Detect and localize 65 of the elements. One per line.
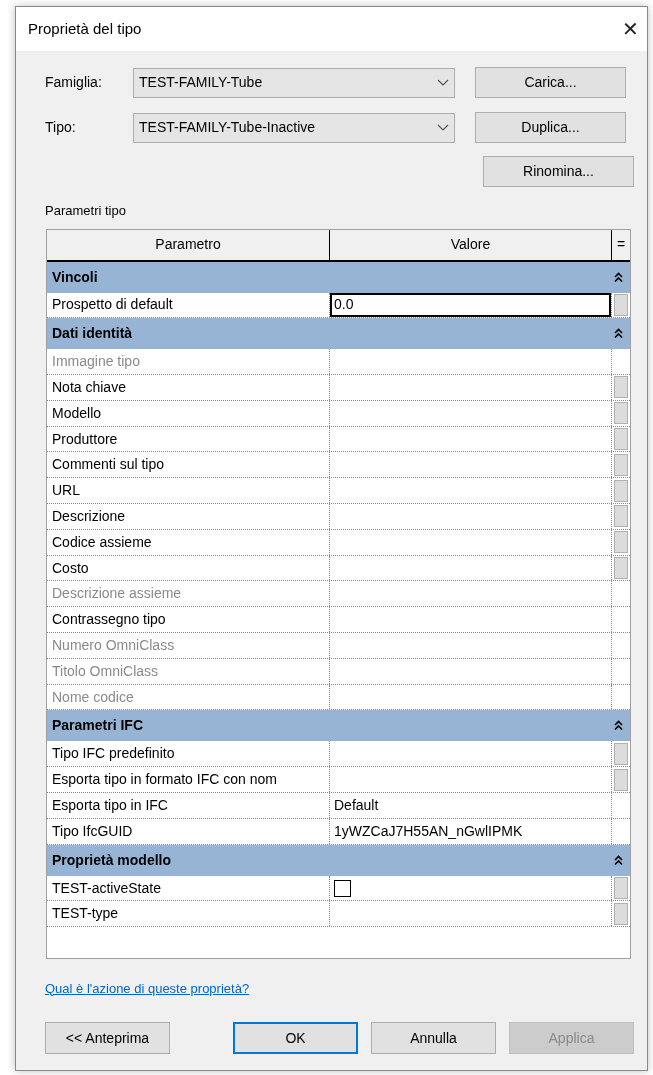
group-header[interactable]: Dati identità: [47, 318, 630, 350]
parameter-name: Contrassegno tipo: [52, 610, 166, 630]
parameter-name: Costo: [52, 558, 89, 578]
parameter-name: Prospetto di default: [52, 295, 173, 315]
parameter-button[interactable]: [614, 902, 628, 925]
parameter-value: 1yWZCaJ7H55AN_nGwlIPMK: [333, 821, 523, 841]
dropdown[interactable]: TEST-FAMILY-Tube: [133, 67, 455, 98]
parameter-name: Commenti sul tipo: [52, 455, 165, 475]
collapse-icon[interactable]: [614, 328, 623, 340]
parameter-button[interactable]: [614, 557, 628, 580]
collapse-icon[interactable]: [614, 720, 623, 732]
group-header[interactable]: Parametri IFC: [47, 710, 630, 742]
chevron-down-icon: [437, 78, 449, 87]
rename-button[interactable]: Rinomina...: [483, 156, 634, 187]
parameter-name: Descrizione: [52, 506, 126, 526]
parameter-button[interactable]: [614, 376, 628, 399]
parameter-value: Default: [333, 795, 379, 815]
parameter-button[interactable]: [614, 531, 628, 554]
parameter-button[interactable]: [614, 479, 628, 502]
group-header[interactable]: Proprietà modello: [47, 844, 630, 876]
parameter-button[interactable]: [614, 293, 628, 316]
parameter-button[interactable]: [614, 505, 628, 528]
value-input[interactable]: 0.0: [330, 292, 611, 318]
collapse-icon[interactable]: [614, 271, 623, 283]
parameter-name: Produttore: [52, 429, 118, 449]
parameter-name: Titolo OmniClass: [52, 661, 159, 681]
field-label: Famiglia:: [45, 73, 103, 92]
window-title: Proprietà del tipo: [28, 18, 142, 39]
chevron-down-icon: [437, 123, 449, 132]
dropdown[interactable]: TEST-FAMILY-Tube-Inactive: [133, 112, 455, 143]
action-button[interactable]: Carica...: [475, 67, 626, 98]
column-header[interactable]: Valore: [330, 229, 612, 260]
checkbox[interactable]: [334, 879, 351, 897]
parameter-name: Esporta tipo in formato IFC con nom: [52, 770, 277, 790]
dialog-button[interactable]: OK: [233, 1022, 358, 1054]
column-header[interactable]: Parametro: [47, 229, 330, 260]
help-link[interactable]: Qual è l'azione di queste proprietà?: [45, 978, 250, 998]
parameter-name: URL: [52, 481, 80, 501]
parameter-button[interactable]: [614, 453, 628, 476]
parameter-name: Nome codice: [52, 687, 134, 707]
parameter-name: Nota chiave: [52, 378, 126, 397]
field-label: Tipo:: [45, 118, 77, 137]
parameter-name: Esporta tipo in IFC: [52, 795, 168, 815]
parameter-button[interactable]: [614, 402, 628, 425]
parameter-button[interactable]: [614, 742, 628, 765]
column-header[interactable]: =: [612, 229, 630, 260]
parameter-name: Tipo IFC predefinito: [52, 744, 175, 764]
action-button[interactable]: Duplica...: [475, 112, 626, 143]
parameter-name: Descrizione assieme: [52, 584, 182, 604]
collapse-icon[interactable]: [614, 854, 623, 866]
parameter-name: TEST-activeState: [52, 878, 161, 898]
parameter-name: Modello: [52, 403, 102, 423]
parameter-name: Tipo IfcGUID: [52, 821, 133, 841]
group-header[interactable]: Vincoli: [47, 261, 630, 293]
parameter-name: Codice assieme: [52, 532, 152, 552]
parameter-name: Immagine tipo: [52, 352, 140, 372]
parameter-name: TEST-type: [52, 904, 119, 924]
parameter-button[interactable]: [614, 428, 628, 451]
parameter-button[interactable]: [614, 877, 628, 900]
close-button[interactable]: ✕: [617, 16, 643, 42]
parameter-button[interactable]: [614, 768, 628, 791]
dialog-button[interactable]: << Anteprima: [45, 1022, 170, 1054]
parameter-name: Numero OmniClass: [52, 635, 175, 655]
section-label: Parametri tipo: [45, 202, 127, 220]
dialog-button[interactable]: Annulla: [371, 1022, 496, 1054]
